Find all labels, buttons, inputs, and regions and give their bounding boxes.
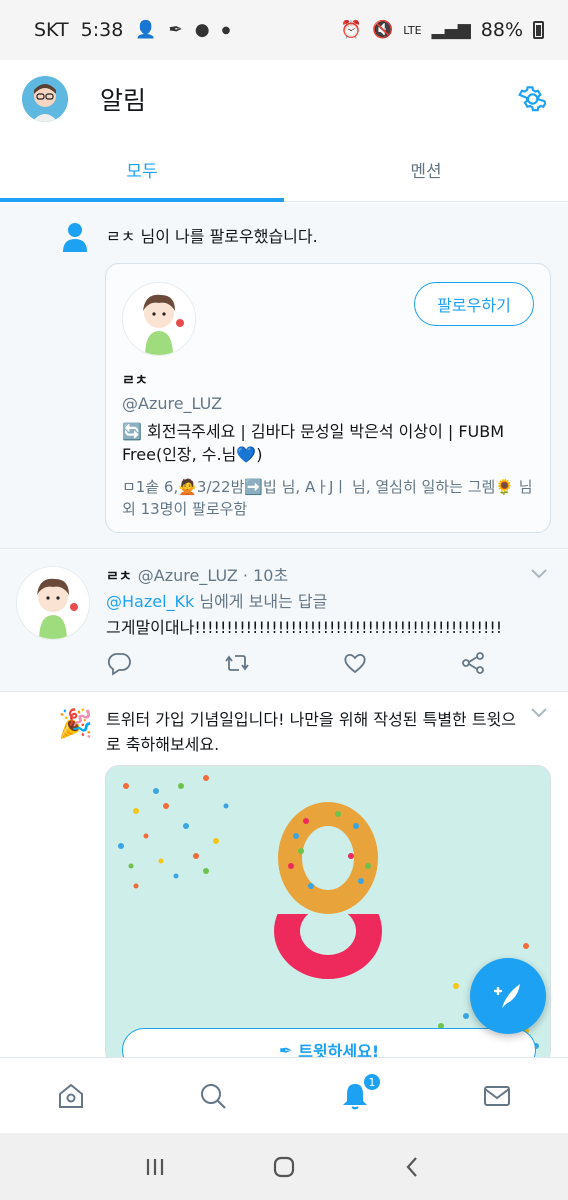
person-icon <box>63 223 87 252</box>
notification-count-badge: 1 <box>362 1072 382 1092</box>
share-icon[interactable] <box>460 650 486 676</box>
search-icon <box>201 1083 226 1109</box>
feather-notification-icon: ✒ <box>168 20 183 40</box>
followed-by-text: ㅁ1솥 6,🙅3/22밤➡️빕 님, AㅏJㅣ 님, 열심히 일하는 그렘🌻 님… <box>122 478 533 518</box>
follower-bio: 🔄 회전극주세요 | 김바다 문성일 박은석 이상이 | FUBM Free(인… <box>122 422 505 464</box>
settings-gear-icon[interactable] <box>514 83 546 115</box>
tab-mentions[interactable]: 멘션 <box>284 138 568 201</box>
back-button-icon[interactable] <box>401 1155 425 1179</box>
home-button-icon[interactable] <box>272 1155 296 1179</box>
signal-icon: ▂▄▆ <box>431 20 471 40</box>
android-system-nav <box>0 1133 568 1200</box>
follower-name: ㄹㅊ <box>122 373 148 389</box>
tab-all[interactable]: 모두 <box>0 138 284 202</box>
profile-avatar[interactable] <box>22 76 68 122</box>
tweet-actions <box>106 650 486 676</box>
carrier: SKT <box>34 19 69 41</box>
anniversary-text: 트위터 가입 기념일입니다! 나만을 위해 작성된 특별한 트윗으로 축하해보세… <box>106 710 517 754</box>
retweet-icon[interactable] <box>224 650 250 676</box>
alarm-icon: ⏰ <box>340 20 363 40</box>
tweet-header: ㄹㅊ @Azure_LUZ · 10초 <box>106 562 288 586</box>
like-heart-icon[interactable] <box>342 650 368 676</box>
follower-avatar[interactable] <box>122 282 196 356</box>
battery-percent: 88% <box>480 19 523 41</box>
party-popper-icon: 🎉 <box>58 707 93 740</box>
bottom-navigation: 1 <box>0 1057 568 1133</box>
follow-notification[interactable]: ㄹㅊ 님이 나를 팔로우했습니다. 팔로우하기 ㄹㅊ @Azure_LUZ 🔄 … <box>0 203 568 549</box>
nav-messages[interactable] <box>426 1058 568 1133</box>
tweet-time: · 10초 <box>242 566 289 585</box>
nav-home[interactable] <box>0 1058 142 1133</box>
status-bar: SKT 5:38 👤 ✒ ● ● ⏰ 🔇 LTE ▂▄▆ 88% <box>0 0 568 60</box>
reply-icon[interactable] <box>106 650 132 676</box>
follow-button[interactable]: 팔로우하기 <box>414 282 534 326</box>
add-user-notification-icon: 👤 <box>135 20 157 40</box>
home-icon <box>59 1083 83 1108</box>
clock: 5:38 <box>80 19 124 41</box>
tweet-author-name: ㄹㅊ <box>106 569 132 585</box>
follow-notification-text: ㄹㅊ 님이 나를 팔로우했습니다. <box>106 227 318 246</box>
mail-icon <box>484 1085 510 1106</box>
reply-to-line: @Hazel_Kk 님에게 보내는 답글 <box>106 588 327 612</box>
network-label: LTE <box>403 23 422 37</box>
reply-to-suffix: 님에게 보내는 답글 <box>194 592 328 611</box>
follower-profile-card[interactable]: 팔로우하기 ㄹㅊ @Azure_LUZ 🔄 회전극주세요 | 김바다 문성일 박… <box>105 263 551 533</box>
notification-tabs: 모두 멘션 <box>0 138 568 202</box>
recent-apps-icon[interactable] <box>143 1155 167 1179</box>
battery-icon <box>533 21 544 39</box>
compose-tweet-button[interactable] <box>470 958 546 1034</box>
tweet-author-avatar[interactable] <box>16 566 90 640</box>
reply-tweet[interactable]: ㄹㅊ @Azure_LUZ · 10초 @Hazel_Kk 님에게 보내는 답글 … <box>0 550 568 692</box>
tweet-author-handle: @Azure_LUZ <box>137 566 238 585</box>
chevron-down-icon[interactable] <box>530 568 548 580</box>
reply-mention-link[interactable]: @Hazel_Kk <box>106 592 194 611</box>
tweet-body: 그게말이대나!!!!!!!!!!!!!!!!!!!!!!!!!!!!!!!!!!… <box>106 618 503 637</box>
nav-search[interactable] <box>142 1058 284 1133</box>
nav-notifications[interactable]: 1 <box>284 1058 426 1133</box>
chat-notification-icon: ● <box>194 20 210 40</box>
chevron-down-icon[interactable] <box>530 707 548 719</box>
page-title: 알림 <box>100 86 147 115</box>
app-header: 알림 <box>0 60 568 138</box>
more-notifications-icon: ● <box>221 24 231 36</box>
compose-feather-icon <box>493 984 520 1008</box>
mute-icon: 🔇 <box>372 20 394 40</box>
follower-handle: @Azure_LUZ <box>122 394 223 413</box>
